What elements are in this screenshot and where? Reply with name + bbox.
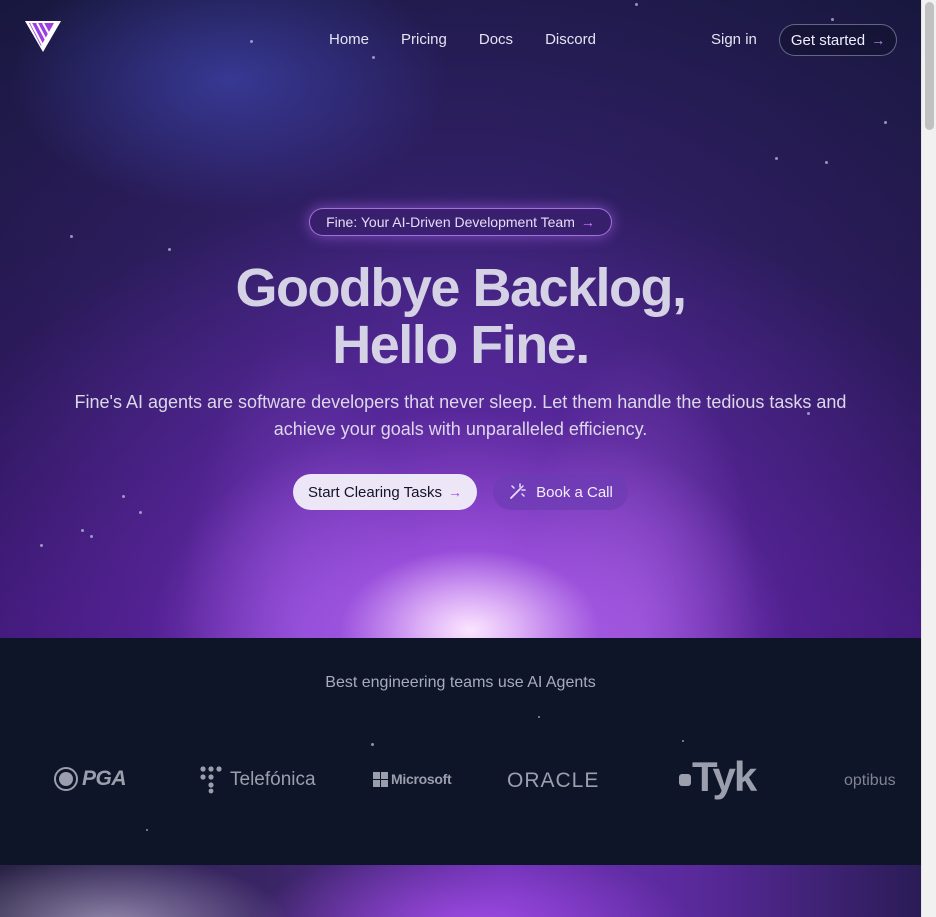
star-decoration xyxy=(139,511,142,514)
star-decoration xyxy=(81,529,84,532)
nav-link-discord[interactable]: Discord xyxy=(545,31,596,48)
next-section-preview xyxy=(0,865,921,917)
telefonica-logo-text: Telefónica xyxy=(230,769,316,790)
page-scrollbar[interactable] xyxy=(921,0,936,917)
tyk-mark-icon xyxy=(679,774,691,786)
badge-label: Fine: Your AI-Driven Development Team xyxy=(326,214,575,230)
star-decoration xyxy=(168,248,171,251)
logos-title: Best engineering teams use AI Agents xyxy=(325,674,596,691)
start-clearing-tasks-button[interactable]: Start Clearing Tasks → xyxy=(293,474,477,510)
scrollbar-thumb[interactable] xyxy=(925,2,934,130)
optibus-logo: optibus xyxy=(844,772,896,790)
nav-link-docs[interactable]: Docs xyxy=(479,31,513,48)
book-a-call-label: Book a Call xyxy=(536,483,613,501)
pga-emblem-icon xyxy=(54,767,78,791)
hero-section: Home Pricing Docs Discord Sign in Get st… xyxy=(0,0,921,638)
pga-logo: PGA xyxy=(54,767,127,791)
oracle-logo-text: ORACLE xyxy=(507,769,600,792)
oracle-logo: ORACLE xyxy=(507,769,599,793)
nav-link-pricing[interactable]: Pricing xyxy=(401,31,447,48)
arrow-right-icon: → xyxy=(447,484,462,500)
telefonica-dots-icon xyxy=(200,766,222,794)
star-decoration xyxy=(122,495,125,498)
announcement-badge[interactable]: Fine: Your AI-Driven Development Team → xyxy=(309,208,612,236)
arrow-right-icon: → xyxy=(580,214,595,230)
fine-logo-icon[interactable] xyxy=(24,20,62,54)
magic-wand-icon xyxy=(510,483,526,499)
microsoft-windows-icon xyxy=(373,771,388,787)
tyk-logo-text: Tyk xyxy=(692,753,757,800)
nav-links: Home Pricing Docs Discord xyxy=(329,31,628,48)
page: Home Pricing Docs Discord Sign in Get st… xyxy=(0,0,921,917)
star-decoration xyxy=(146,829,148,831)
hero-headline-line1: Goodbye Backlog, xyxy=(235,258,687,318)
star-decoration xyxy=(825,161,828,164)
start-clearing-tasks-label: Start Clearing Tasks xyxy=(308,483,442,501)
sign-in-link[interactable]: Sign in xyxy=(711,31,757,48)
hero-headline-line2: Hello Fine. xyxy=(332,315,590,375)
arrow-right-icon: → xyxy=(871,32,886,48)
get-started-label: Get started xyxy=(790,31,866,49)
nav-link-home[interactable]: Home xyxy=(329,31,369,48)
optibus-logo-text: optibus xyxy=(844,772,896,789)
customer-logos-section: Best engineering teams use AI Agents PGA… xyxy=(0,638,921,865)
star-decoration xyxy=(70,235,73,238)
star-decoration xyxy=(40,544,43,547)
hero-subtitle: Fine's AI agents are software developers… xyxy=(74,392,847,439)
star-decoration xyxy=(884,121,887,124)
get-started-button[interactable]: Get started → xyxy=(779,24,897,56)
star-decoration xyxy=(538,716,540,718)
microsoft-logo: Microsoft xyxy=(373,771,452,787)
star-decoration xyxy=(682,740,684,742)
book-a-call-button[interactable]: Book a Call xyxy=(493,474,628,510)
star-decoration xyxy=(371,743,374,746)
tyk-logo: Tyk xyxy=(678,753,757,800)
top-nav: Home Pricing Docs Discord Sign in Get st… xyxy=(0,0,921,80)
pga-logo-text: PGA xyxy=(82,767,127,790)
telefonica-logo: Telefónica xyxy=(200,766,316,794)
star-decoration xyxy=(775,157,778,160)
star-decoration xyxy=(90,535,93,538)
microsoft-logo-text: Microsoft xyxy=(391,771,452,787)
